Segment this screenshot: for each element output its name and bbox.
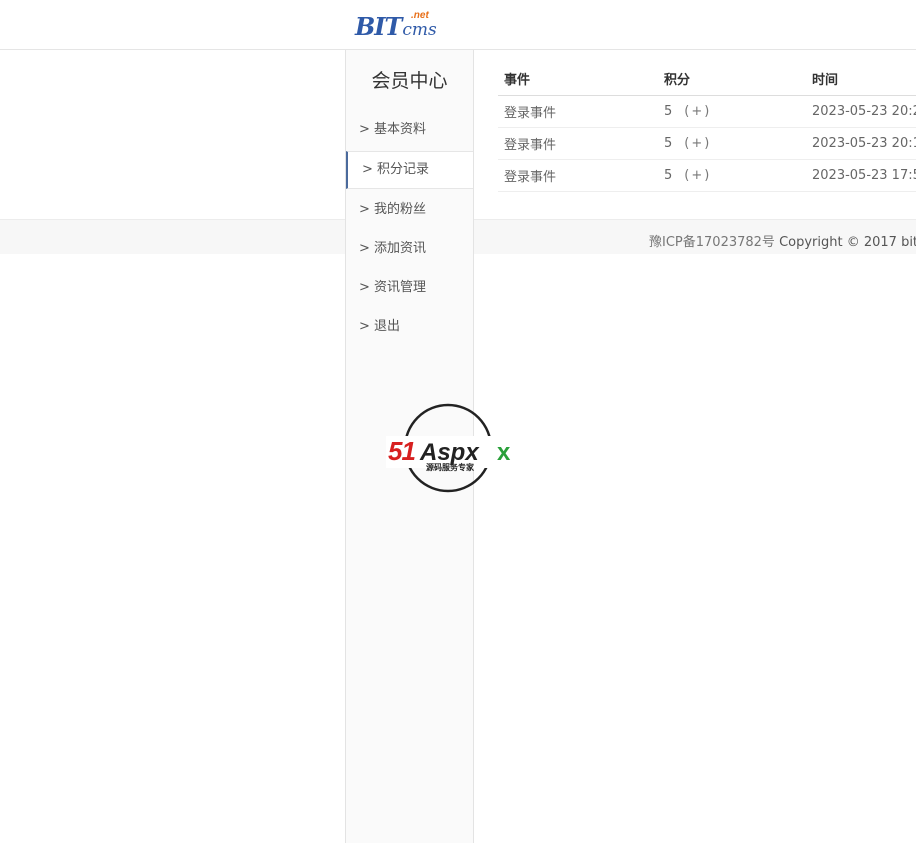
points-table: 事件 积分 时间 登录事件 5 (+) 2023-05-23 20:2 登录事件 … [498,62,916,192]
svg-text:Aspx: Aspx [419,439,480,466]
cell-time: 2023-05-23 17:5 [806,159,916,192]
points-sign: (+) [684,168,712,183]
footer-text: 豫ICP备17023782号 Copyright © 2017 bitcn [649,231,916,250]
sidebar-item-basic-info[interactable]: > 基本资料 [346,111,473,149]
cell-points: 5 (+) [658,127,806,160]
svg-text:51: 51 [388,436,415,466]
points-value: 5 [664,168,673,183]
sidebar-item-points-record[interactable]: > 积分记录 [346,151,473,189]
points-content: 事件 积分 时间 登录事件 5 (+) 2023-05-23 20:2 登录事件 … [498,62,916,192]
table-header-row: 事件 积分 时间 [498,62,916,96]
cell-event: 登录事件 [498,159,658,192]
cell-event: 登录事件 [498,95,658,128]
icp-link[interactable]: 豫ICP备17023782号 [649,235,775,250]
site-logo[interactable]: BITcms .net [355,10,437,44]
svg-text:x: x [497,439,511,466]
sidebar-item-my-fans[interactable]: > 我的粉丝 [346,191,473,229]
points-sign: (+) [684,104,712,119]
site-header: BITcms .net [0,0,916,50]
cell-points: 5 (+) [658,159,806,192]
svg-text:源码服务专家: 源码服务专家 [426,462,475,472]
logo-bit-text: BIT [355,12,402,41]
cell-event: 登录事件 [498,127,658,160]
cell-time: 2023-05-23 20:2 [806,95,916,128]
table-row: 登录事件 5 (+) 2023-05-23 17:5 [498,159,916,192]
watermark-logo: 51 Aspx x 源码服务专家 [386,403,514,493]
cell-points: 5 (+) [658,95,806,128]
sidebar-item-news-manage[interactable]: > 资讯管理 [346,269,473,307]
header-event: 事件 [498,62,658,96]
table-row: 登录事件 5 (+) 2023-05-23 20:2 [498,95,916,128]
points-sign: (+) [684,136,712,151]
table-row: 登录事件 5 (+) 2023-05-23 20:1 [498,127,916,160]
logo-net-text: .net [411,10,429,21]
cell-time: 2023-05-23 20:1 [806,127,916,160]
copyright-text: Copyright © 2017 bitcn [779,235,916,250]
points-value: 5 [664,104,673,119]
points-value: 5 [664,136,673,151]
logo-cms-text: cms [402,20,437,40]
sidebar-item-add-news[interactable]: > 添加资讯 [346,230,473,268]
sidebar-title: 会员中心 [371,70,448,92]
sidebar-item-logout[interactable]: > 退出 [346,308,473,346]
header-time: 时间 [806,62,916,96]
header-points: 积分 [658,62,806,96]
